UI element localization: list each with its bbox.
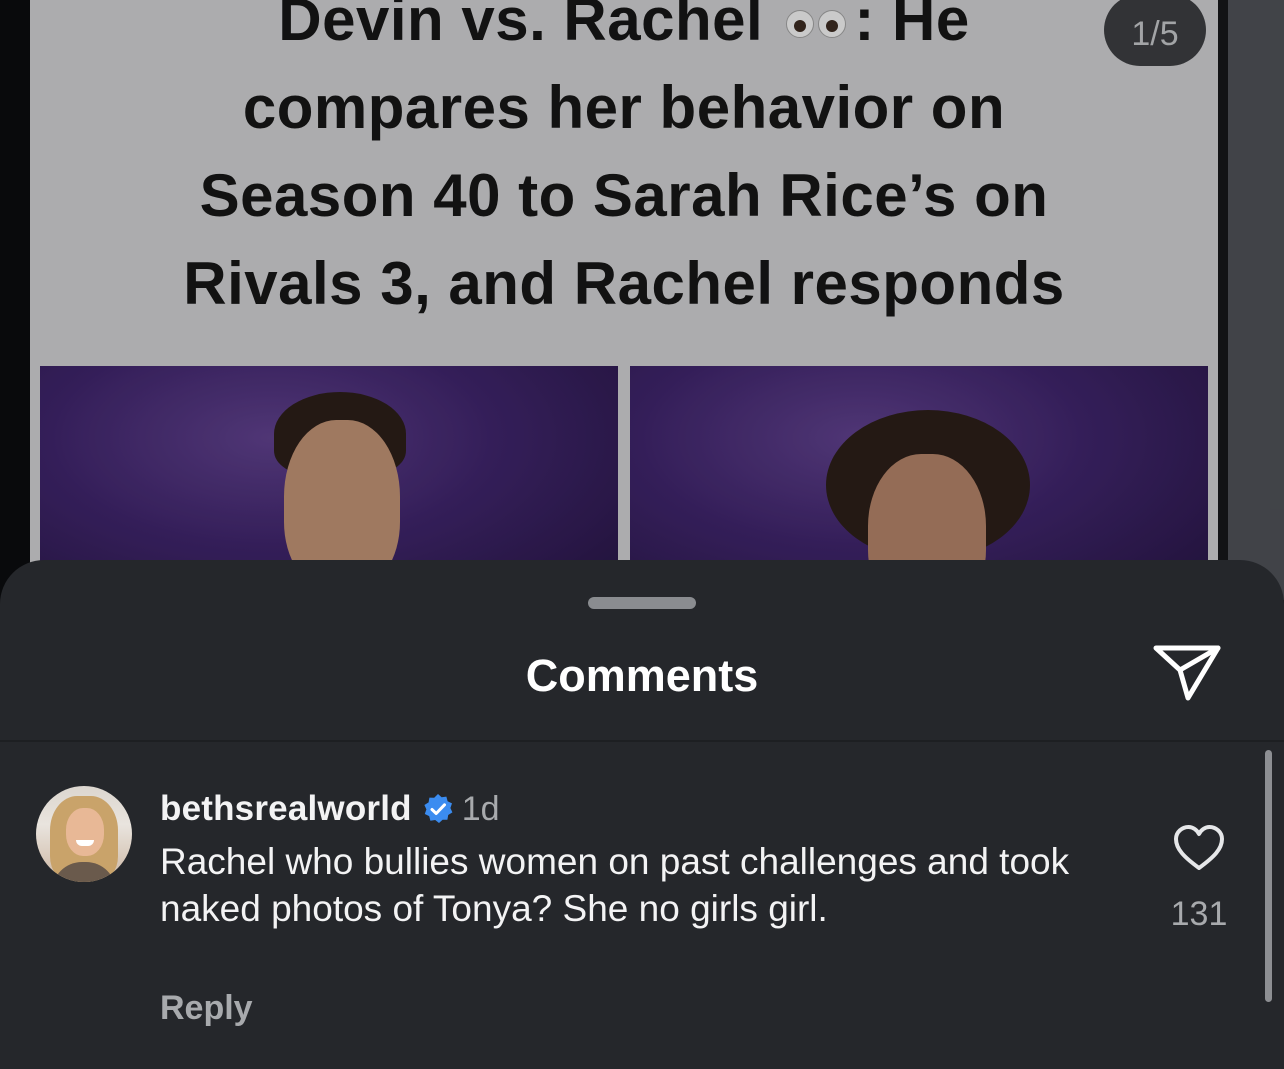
verified-badge-icon <box>424 794 453 823</box>
next-post-preview <box>1228 0 1284 600</box>
post-image-card[interactable]: Devin vs. Rachel : He compares her behav… <box>30 0 1218 600</box>
comments-sheet: Comments bethsrealworld 1d Rachel who bu… <box>0 560 1284 1069</box>
comment-timestamp: 1d <box>461 789 500 828</box>
comment-header: bethsrealworld 1d <box>160 786 500 832</box>
comments-title: Comments <box>525 650 759 701</box>
reply-button[interactable]: Reply <box>160 986 253 1030</box>
slide-counter: 1/5 <box>1104 0 1206 66</box>
heart-outline-icon <box>1174 825 1224 870</box>
post-card-edge <box>1218 0 1228 600</box>
comment-item: bethsrealworld 1d Rachel who bullies wom… <box>0 742 1284 1069</box>
post-title-line-3: Season 40 to Sarah Rice’s on <box>199 162 1049 229</box>
avatar[interactable] <box>36 786 132 882</box>
like-count: 131 <box>1170 895 1228 933</box>
comment-username[interactable]: bethsrealworld <box>160 789 412 829</box>
paper-plane-icon <box>1153 645 1221 701</box>
share-button[interactable] <box>1150 640 1224 706</box>
comment-text: Rachel who bullies women on past challen… <box>160 841 1070 929</box>
post-title-line-2: compares her behavior on <box>242 74 1006 141</box>
post-title-line-1: Devin vs. Rachel : He <box>278 0 970 53</box>
eyes-emoji-icon <box>784 4 850 44</box>
post-title-line-4: Rivals 3, and Rachel responds <box>183 250 1065 317</box>
comments-scrollbar[interactable] <box>1265 750 1272 1002</box>
post-background: Devin vs. Rachel : He compares her behav… <box>0 0 1284 600</box>
like-button[interactable] <box>1172 824 1226 874</box>
post-title-text: Devin vs. Rachel : He compares her behav… <box>30 0 1218 328</box>
sheet-drag-handle[interactable] <box>588 597 696 609</box>
